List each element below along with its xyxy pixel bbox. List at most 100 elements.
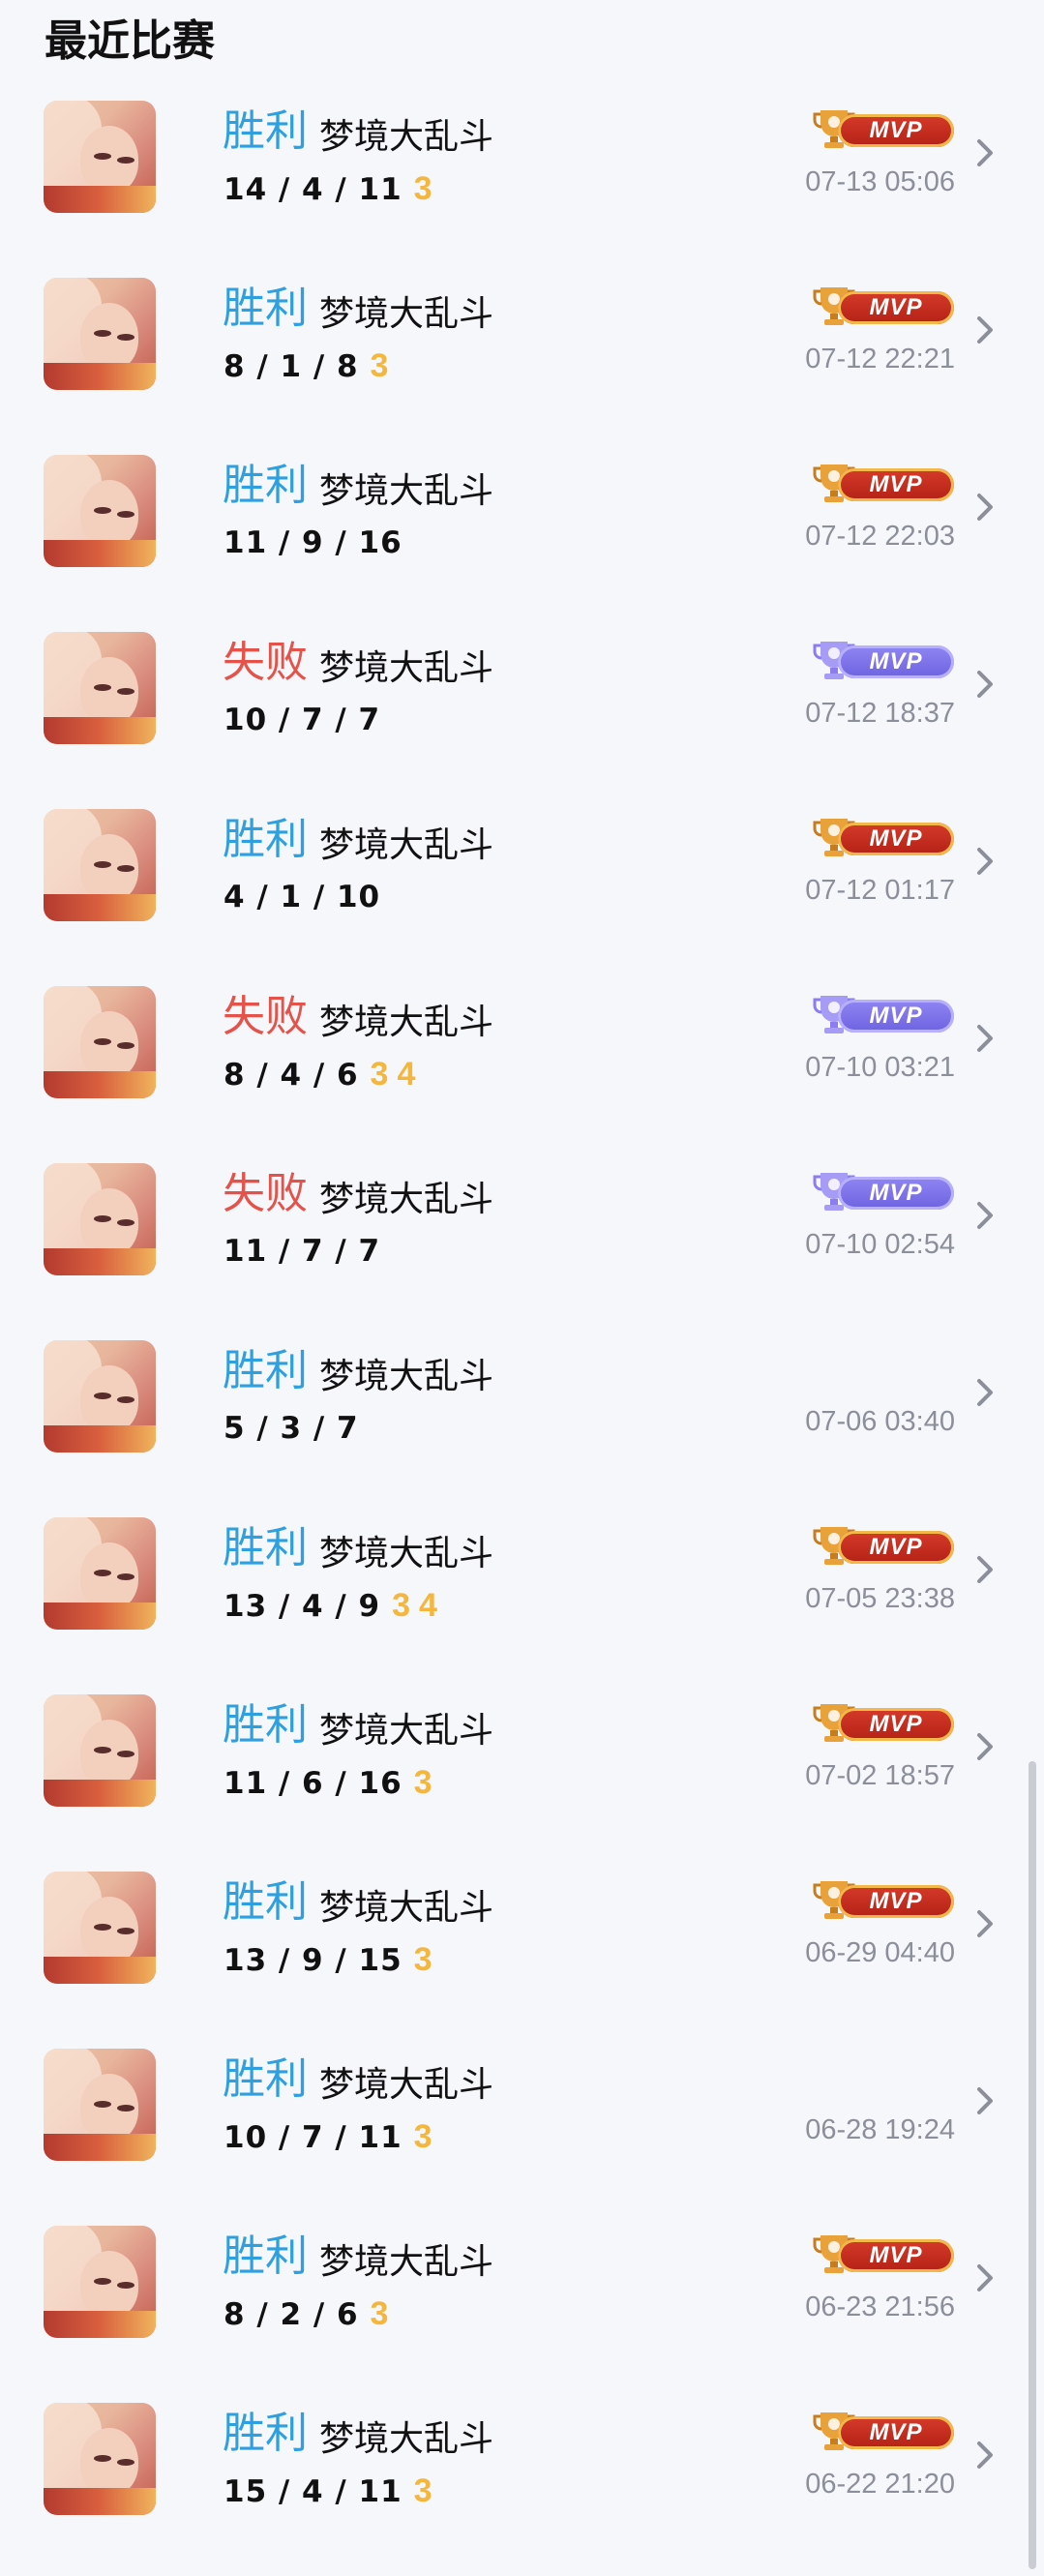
match-time: 07-02 18:57 <box>805 1760 955 1791</box>
mvp-label: MVP <box>838 1885 954 1918</box>
kda-score: 14 / 4 / 11 3 <box>224 170 441 208</box>
kda-value: 10 / 7 / 11 <box>224 2120 403 2155</box>
streak-badge: 4 <box>397 1056 417 1093</box>
match-row[interactable]: 胜利 梦境大乱斗 5 / 3 / 7 07-06 03:40 <box>0 1336 1044 1513</box>
match-row[interactable]: 失败 梦境大乱斗 10 / 7 / 7 MVP 07-12 18:37 <box>0 628 1044 805</box>
hero-avatar <box>44 632 156 744</box>
chevron-right-icon[interactable] <box>972 844 998 879</box>
chevron-right-icon[interactable] <box>972 2438 998 2472</box>
match-time: 07-12 18:37 <box>805 698 955 729</box>
chevron-right-icon[interactable] <box>972 1198 998 1233</box>
chevron-right-icon[interactable] <box>972 135 998 170</box>
kda-score: 10 / 7 / 7 <box>224 702 392 738</box>
chevron-right-icon[interactable] <box>972 490 998 524</box>
match-result: 胜利 <box>223 1877 308 1927</box>
streak-badge: 3 <box>413 1941 433 1978</box>
match-result: 胜利 <box>223 461 308 510</box>
mvp-badge: MVP <box>813 461 956 505</box>
badge-group: 3 <box>414 2472 441 2510</box>
mvp-badge: MVP <box>813 1169 956 1213</box>
kda-value: 8 / 2 / 6 <box>224 2297 359 2332</box>
match-row[interactable]: 胜利 梦境大乱斗 8 / 1 / 8 3 MVP 07-12 22:21 <box>0 274 1044 451</box>
game-mode: 梦境大乱斗 <box>319 294 494 334</box>
match-result: 胜利 <box>223 815 308 864</box>
streak-badge: 3 <box>413 2472 433 2509</box>
match-row[interactable]: 失败 梦境大乱斗 11 / 7 / 7 MVP 07-10 02:54 <box>0 1159 1044 1336</box>
kda-value: 8 / 4 / 6 <box>224 1058 359 1093</box>
kda-value: 15 / 4 / 11 <box>224 2474 403 2509</box>
kda-value: 11 / 6 / 16 <box>224 1766 403 1801</box>
mvp-badge: MVP <box>813 2409 956 2453</box>
mvp-badge: MVP <box>813 1877 956 1922</box>
chevron-right-icon[interactable] <box>972 667 998 702</box>
match-row[interactable]: 胜利 梦境大乱斗 10 / 7 / 11 3 06-28 19:24 <box>0 2045 1044 2222</box>
match-result: 胜利 <box>223 106 308 156</box>
game-mode: 梦境大乱斗 <box>319 1180 494 1219</box>
game-mode: 梦境大乱斗 <box>319 2242 494 2282</box>
match-time: 07-06 03:40 <box>805 1406 955 1437</box>
match-time: 06-22 21:20 <box>805 2469 955 2500</box>
match-row[interactable]: 胜利 梦境大乱斗 4 / 1 / 10 MVP 07-12 01:17 <box>0 805 1044 982</box>
badge-group: 34 <box>392 1587 446 1625</box>
hero-avatar <box>44 1872 156 1984</box>
match-result: 胜利 <box>223 1346 308 1395</box>
match-row[interactable]: 胜利 梦境大乱斗 8 / 2 / 6 3 MVP 06-23 21:56 <box>0 2222 1044 2399</box>
chevron-right-icon[interactable] <box>972 313 998 347</box>
scrollbar[interactable] <box>1029 1761 1036 2569</box>
game-mode: 梦境大乱斗 <box>319 471 494 511</box>
kda-value: 5 / 3 / 7 <box>224 1411 359 1446</box>
badge-group: 3 <box>414 1941 441 1979</box>
game-mode: 梦境大乱斗 <box>319 1357 494 1396</box>
game-mode: 梦境大乱斗 <box>319 1534 494 1573</box>
chevron-right-icon[interactable] <box>972 1729 998 1764</box>
match-row[interactable]: 胜利 梦境大乱斗 13 / 4 / 9 34 MVP 07-05 23:38 <box>0 1513 1044 1691</box>
match-time: 07-10 02:54 <box>805 1229 955 1260</box>
mvp-label: MVP <box>838 1531 954 1564</box>
game-mode: 梦境大乱斗 <box>319 825 494 865</box>
match-result: 失败 <box>223 1169 308 1218</box>
kda-score: 8 / 4 / 6 34 <box>224 1056 424 1093</box>
chevron-right-icon[interactable] <box>972 1375 998 1410</box>
kda-score: 11 / 6 / 16 3 <box>224 1764 441 1802</box>
streak-badge: 3 <box>370 2295 390 2332</box>
chevron-right-icon[interactable] <box>972 2261 998 2295</box>
kda-score: 8 / 2 / 6 3 <box>224 2295 397 2333</box>
mvp-label: MVP <box>838 2416 954 2449</box>
game-mode: 梦境大乱斗 <box>319 1003 494 1042</box>
streak-badge: 3 <box>370 1056 390 1093</box>
match-row[interactable]: 胜利 梦境大乱斗 13 / 9 / 15 3 MVP 06-29 04:40 <box>0 1868 1044 2045</box>
match-time: 07-05 23:38 <box>805 1583 955 1614</box>
kda-value: 10 / 7 / 7 <box>224 703 381 737</box>
chevron-right-icon[interactable] <box>972 1906 998 1941</box>
hero-avatar <box>44 809 156 921</box>
match-row[interactable]: 胜利 梦境大乱斗 15 / 4 / 11 3 MVP 06-22 21:20 <box>0 2399 1044 2576</box>
mvp-badge: MVP <box>813 284 956 328</box>
badge-group: 3 <box>414 170 441 208</box>
kda-score: 11 / 7 / 7 <box>224 1233 392 1270</box>
match-row[interactable]: 胜利 梦境大乱斗 11 / 6 / 16 3 MVP 07-02 18:57 <box>0 1691 1044 1868</box>
match-row[interactable]: 胜利 梦境大乱斗 11 / 9 / 16 MVP 07-12 22:03 <box>0 451 1044 628</box>
match-result: 失败 <box>223 638 308 687</box>
chevron-right-icon[interactable] <box>972 1552 998 1587</box>
badge-group: 3 <box>414 1764 441 1802</box>
match-row[interactable]: 失败 梦境大乱斗 8 / 4 / 6 34 MVP 07-10 03:21 <box>0 982 1044 1159</box>
mvp-badge: MVP <box>813 992 956 1036</box>
hero-avatar <box>44 455 156 567</box>
streak-badge: 3 <box>392 1587 412 1624</box>
chevron-right-icon[interactable] <box>972 2083 998 2118</box>
mvp-label: MVP <box>838 823 954 855</box>
kda-value: 11 / 9 / 16 <box>224 525 403 560</box>
match-row[interactable]: 胜利 梦境大乱斗 14 / 4 / 11 3 MVP 07-13 05:06 <box>0 97 1044 274</box>
kda-score: 5 / 3 / 7 <box>224 1410 371 1447</box>
hero-avatar <box>44 986 156 1098</box>
mvp-badge: MVP <box>813 815 956 859</box>
mvp-badge: MVP <box>813 1523 956 1568</box>
kda-score: 11 / 9 / 16 <box>224 524 414 561</box>
match-time: 06-23 21:56 <box>805 2291 955 2322</box>
mvp-label: MVP <box>838 291 954 324</box>
match-time: 07-12 22:21 <box>805 344 955 374</box>
match-time: 07-13 05:06 <box>805 166 955 197</box>
chevron-right-icon[interactable] <box>972 1021 998 1056</box>
kda-value: 13 / 9 / 15 <box>224 1943 403 1978</box>
hero-avatar <box>44 1694 156 1807</box>
